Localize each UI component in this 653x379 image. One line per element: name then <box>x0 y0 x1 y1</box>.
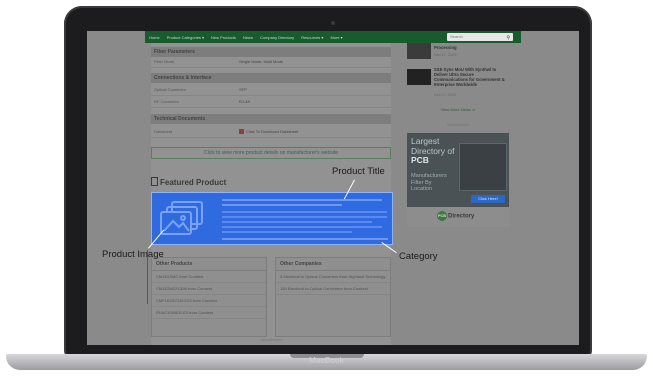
news-thumbnail <box>407 43 431 59</box>
top-nav: Home Product Categories ▾ New Products N… <box>145 31 521 43</box>
description-bar <box>222 221 372 223</box>
featured-product-card[interactable] <box>151 192 393 245</box>
nav-news[interactable]: News <box>243 35 253 40</box>
document-icon <box>151 177 158 186</box>
section-connections-interface: Connections & Interface <box>151 73 391 83</box>
spec-value: RJ-45 <box>239 99 250 104</box>
category-bar <box>222 238 388 240</box>
other-company-link[interactable]: 159 Electrical to Optical Converters fro… <box>276 283 390 295</box>
ad-line: Filter By <box>411 179 432 186</box>
nav-new-products[interactable]: New Products <box>211 35 236 40</box>
spec-key: Optical Connector <box>154 87 187 92</box>
webcam <box>331 21 335 25</box>
nav-home[interactable]: Home <box>149 35 160 40</box>
other-product-link[interactable]: CMF1E2SC1M-2G2 from Comtest <box>152 295 266 307</box>
news-title[interactable]: SSE Syns MoU With Synthwl to Deliver Ult… <box>434 67 506 87</box>
related-boxes: Other Products CM1E2SMC from Comtest CM1… <box>151 249 391 339</box>
nav-more[interactable]: More ▾ <box>330 35 342 40</box>
spec-key: RF Connector <box>154 99 179 104</box>
nav-resources[interactable]: Resources ▾ <box>301 35 323 40</box>
spec-row-rf-connector: RF Connector RJ-45 <box>151 97 391 108</box>
spec-row-fiber-mode: Fiber Mode Single Mode, Multi Mode <box>151 57 391 68</box>
news-date: Dec 17, 2021 <box>434 53 457 57</box>
ad-headline: Largest Directory of PCB <box>411 136 455 166</box>
other-product-link[interactable]: CM1E2SMC from Comtest <box>152 271 266 283</box>
ad-footer: PCB Directory <box>407 207 509 227</box>
screen: Home Product Categories ▾ New Products N… <box>87 31 579 345</box>
description-bar <box>222 226 382 228</box>
pdf-icon <box>239 129 244 135</box>
description-bar <box>222 216 387 218</box>
other-products-box: Other Products CM1E2SMC from Comtest CM1… <box>151 257 267 337</box>
other-products-title: Other Products <box>152 258 266 271</box>
section-technical-documents: Technical Documents <box>151 114 391 124</box>
news-title[interactable]: Processing <box>434 45 506 50</box>
other-companies-title: Other Companies <box>276 258 390 271</box>
pcb-directory-ad[interactable]: Largest Directory of PCB Manufacturers F… <box>407 133 509 227</box>
sidebar: Processing Dec 17, 2021 SSE Syns MoU Wit… <box>407 43 509 233</box>
other-companies-box: Other Companies 3 Electrical to Optical … <box>275 257 391 337</box>
ad-subtext: Manufacturers Filter By Location <box>411 173 447 193</box>
datasheet-link-label: Click To Download Datasheet <box>246 129 299 134</box>
nav-product-categories[interactable]: Product Categories ▾ <box>167 35 204 40</box>
other-product-link[interactable]: CM1E2MCFCEM from Comtest <box>152 283 266 295</box>
pcb-logo-text: Directory <box>448 213 475 220</box>
ad-line: Location <box>411 186 433 193</box>
spec-key: Datasheet <box>154 129 173 134</box>
ad-line: PCB <box>411 155 429 166</box>
news-thumbnail <box>407 69 431 85</box>
ad-click-here-button[interactable]: Click Here! <box>471 195 505 203</box>
datasheet-link[interactable]: Click To Download Datasheet <box>239 127 298 137</box>
ad-line: Largest <box>411 136 440 146</box>
brand-label: MacBook <box>309 356 344 365</box>
spec-key: Fiber Mode <box>154 59 175 64</box>
annotation-category: Category <box>399 251 438 262</box>
product-title-bar <box>222 204 342 206</box>
sidebar-ad-label: Advertisement <box>446 123 470 127</box>
featured-product-title: Featured Product <box>160 178 227 187</box>
product-title-bar <box>222 199 382 201</box>
description-bar <box>222 231 352 233</box>
annotation-product-title: Product Title <box>332 166 385 177</box>
nav-company-directory[interactable]: Company Directory <box>260 35 294 40</box>
pcb-directory-logo: PCB Directory <box>437 211 474 221</box>
search-icon[interactable]: ⚲ <box>506 34 510 42</box>
annotation-product-image: Product Image <box>102 249 164 260</box>
ad-line: Directory of <box>411 145 455 156</box>
other-product-link[interactable]: RLMC1000ER-E2 from Comtest <box>152 307 266 319</box>
view-more-news-link[interactable]: View More News ⇒ <box>407 107 509 112</box>
product-image-icon <box>160 201 203 235</box>
view-more-details-button[interactable]: Click to view more product details on ma… <box>151 147 391 159</box>
section-fiber-parameters: Fiber Parameters <box>151 47 391 57</box>
spec-value: Single Mode, Multi Mode <box>239 59 284 64</box>
ad-graphic <box>459 143 507 191</box>
ad-line: Manufacturers <box>411 173 447 179</box>
spec-row-optical-connector: Optical Connector SFP <box>151 85 391 96</box>
spec-value: SFP <box>239 87 247 92</box>
description-bar <box>222 211 387 213</box>
search-placeholder: Search <box>450 34 463 39</box>
spec-row-datasheet: Datasheet Click To Download Datasheet <box>151 127 391 138</box>
search-input[interactable]: Search ⚲ <box>447 33 513 41</box>
other-company-link[interactable]: 3 Electrical to Optical Converters from … <box>276 271 390 283</box>
news-date: Dec 17, 2021 <box>434 93 457 97</box>
pcb-logo-circle: PCB <box>437 211 447 221</box>
featured-product-heading: Featured Product <box>151 177 226 187</box>
footer-ad-label: Advertisement <box>260 338 284 342</box>
